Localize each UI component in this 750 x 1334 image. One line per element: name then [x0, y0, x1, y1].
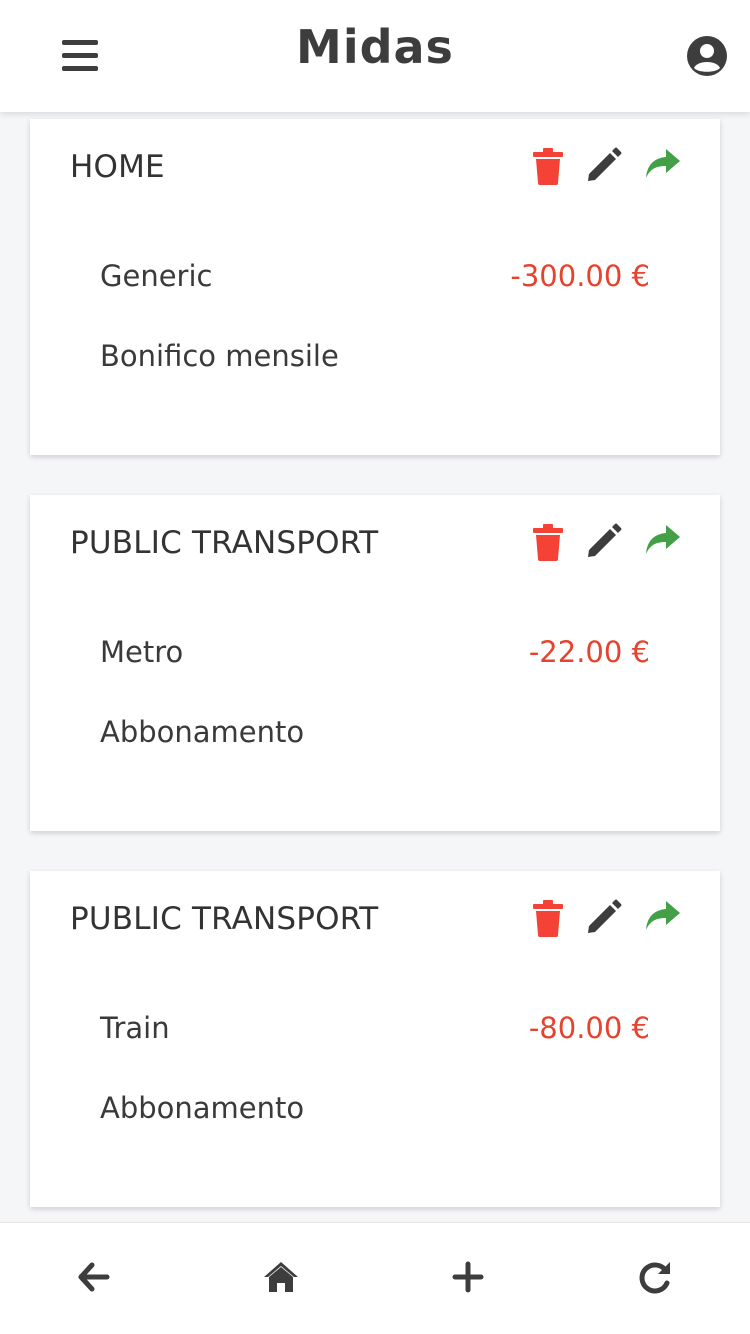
share-icon[interactable]	[644, 523, 684, 563]
trash-icon[interactable]	[530, 147, 570, 187]
card-actions	[530, 523, 690, 563]
trash-icon[interactable]	[530, 899, 570, 939]
card-actions	[530, 899, 690, 939]
pencil-icon[interactable]	[586, 523, 626, 563]
card-actions	[530, 147, 690, 187]
trash-icon[interactable]	[530, 523, 570, 563]
transaction-title: HOME	[70, 149, 165, 185]
user-circle-icon[interactable]	[686, 35, 728, 77]
transaction-description: Abbonamento	[100, 1091, 305, 1125]
transaction-card: PUBLIC TRANSPORT Metro -22.00 € Abboname…	[30, 495, 720, 831]
home-icon[interactable]	[262, 1259, 302, 1299]
arrow-left-icon[interactable]	[76, 1259, 116, 1299]
top-app-bar: Midas	[0, 0, 750, 112]
transaction-card: PUBLIC TRANSPORT Train -80.00 € Abboname…	[30, 871, 720, 1207]
transaction-amount: -80.00 €	[528, 1011, 650, 1045]
transaction-title: PUBLIC TRANSPORT	[70, 901, 379, 937]
transaction-category: Train	[100, 1011, 170, 1045]
transaction-description: Bonifico mensile	[100, 339, 339, 373]
transaction-card: HOME Generic -300.00 € Bonifico mensile	[30, 119, 720, 455]
pencil-icon[interactable]	[586, 147, 626, 187]
transaction-amount: -22.00 €	[528, 635, 650, 669]
app-title: Midas	[296, 20, 454, 74]
bottom-navigation	[0, 1222, 750, 1334]
transaction-category: Metro	[100, 635, 184, 669]
share-icon[interactable]	[644, 147, 684, 187]
transaction-description: Abbonamento	[100, 715, 305, 749]
transaction-category: Generic	[100, 259, 213, 293]
transaction-amount: -300.00 €	[510, 259, 650, 293]
plus-icon[interactable]	[450, 1259, 490, 1299]
refresh-icon[interactable]	[637, 1259, 677, 1299]
pencil-icon[interactable]	[586, 899, 626, 939]
share-icon[interactable]	[644, 899, 684, 939]
transaction-title: PUBLIC TRANSPORT	[70, 525, 379, 561]
transaction-list[interactable]: HOME Generic -300.00 € Bonifico mensile …	[0, 112, 750, 1222]
